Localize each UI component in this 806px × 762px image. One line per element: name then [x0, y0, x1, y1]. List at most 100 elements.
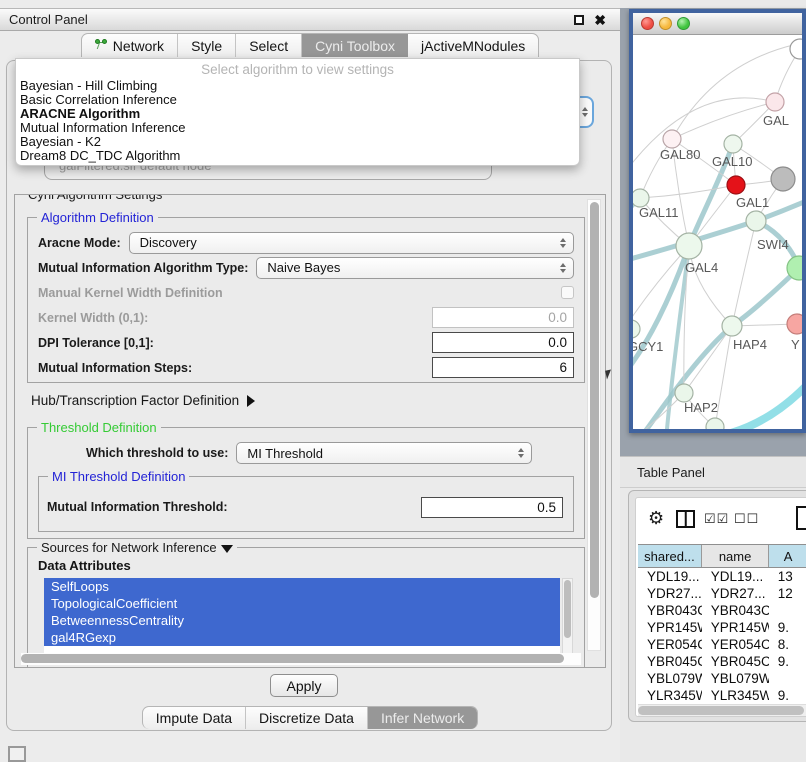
- which-threshold-combo[interactable]: MI Threshold: [236, 442, 532, 464]
- tab-label: Impute Data: [156, 710, 232, 726]
- settings-vertical-scrollbar[interactable]: [587, 199, 601, 651]
- threshold-definition-group: Threshold Definition Which threshold to …: [27, 427, 585, 539]
- node-salmon[interactable]: [787, 314, 802, 334]
- node-label: GCY1: [633, 339, 663, 354]
- node-GAL10[interactable]: [724, 135, 742, 153]
- settings-horizontal-scrollbar[interactable]: [21, 653, 581, 665]
- chevron-updown-icon: [582, 107, 588, 117]
- algorithm-option[interactable]: Bayesian - K2: [16, 135, 579, 149]
- node-table: shared...nameA YDL19...YDL19...13YDR27..…: [638, 544, 806, 717]
- tab-infer-network[interactable]: Infer Network: [368, 707, 477, 729]
- tab-label: Cyni Toolbox: [315, 38, 395, 54]
- algorithm-option[interactable]: Dream8 DC_TDC Algorithm: [16, 149, 579, 163]
- node-label: GAL10: [712, 154, 752, 169]
- node-label: GAL80: [660, 147, 700, 162]
- kernel-width-label: Kernel Width (0,1):: [38, 311, 148, 325]
- tab-style[interactable]: Style: [178, 34, 236, 57]
- mi-algorithm-type-combo[interactable]: Naive Bayes: [256, 257, 574, 279]
- node-label: Y: [791, 337, 800, 352]
- node-partial-top[interactable]: [790, 39, 802, 59]
- mi-threshold-input[interactable]: [421, 497, 563, 518]
- aracne-mode-combo[interactable]: Discovery: [129, 232, 574, 254]
- data-attributes-list: SelfLoopsTopologicalCoefficientBetweenne…: [44, 578, 560, 662]
- kernel-width-input[interactable]: [432, 307, 574, 328]
- which-threshold-label: Which threshold to use:: [86, 446, 228, 460]
- tab-label: Infer Network: [381, 710, 464, 726]
- chevron-updown-icon: [518, 448, 524, 458]
- mi-threshold-definition-group: MI Threshold Definition Mutual Informati…: [38, 476, 574, 532]
- tab-impute-data[interactable]: Impute Data: [143, 707, 246, 729]
- attribute-list-item[interactable]: TopologicalCoefficient: [44, 595, 560, 612]
- settings-gear-icon[interactable]: ⚙: [648, 508, 664, 529]
- tab-cyni-toolbox[interactable]: Cyni Toolbox: [302, 34, 408, 57]
- node-SWI4[interactable]: [746, 211, 766, 231]
- minimize-button[interactable]: [659, 17, 672, 30]
- column-header[interactable]: name: [702, 545, 769, 567]
- mi-steps-input[interactable]: [432, 357, 574, 378]
- node-gray[interactable]: [771, 167, 795, 191]
- attribute-list-item[interactable]: SelfLoops: [44, 578, 560, 595]
- algorithm-option[interactable]: ARACNE Algorithm: [16, 107, 579, 121]
- node-pink-upper[interactable]: [766, 93, 784, 111]
- table-cell: YBL079W: [638, 670, 702, 687]
- table-row[interactable]: YDL19...YDL19...13: [638, 568, 806, 585]
- algorithm-dropdown-placeholder: Select algorithm to view settings: [16, 59, 579, 79]
- table-row[interactable]: YBR045CYBR045C9.: [638, 653, 806, 670]
- apply-button-label: Apply: [286, 678, 321, 694]
- threshold-definition-title: Threshold Definition: [37, 420, 161, 435]
- node-GCY1[interactable]: [633, 320, 640, 338]
- node-label: SWI4: [757, 237, 789, 252]
- attribute-list-item[interactable]: BetweennessCentrality: [44, 612, 560, 629]
- table-row[interactable]: YPR145WYPR145W9.: [638, 619, 806, 636]
- algorithm-option[interactable]: Mutual Information Inference: [16, 121, 579, 135]
- algorithm-option[interactable]: Basic Correlation Inference: [16, 93, 579, 107]
- table-cell: YLR345W: [638, 687, 702, 704]
- node-HAP4[interactable]: [722, 316, 742, 336]
- manual-kernel-checkbox[interactable]: [561, 286, 574, 299]
- tab-network[interactable]: Network: [82, 34, 178, 57]
- algorithm-option[interactable]: Bayesian - Hill Climbing: [16, 79, 579, 93]
- table-cell: YLR345W: [702, 687, 769, 704]
- attribute-list-item[interactable]: gal4RGexp: [44, 629, 560, 646]
- node-GAL1-red[interactable]: [727, 176, 745, 194]
- node-GAL80[interactable]: [663, 130, 681, 148]
- table-row[interactable]: YBL079WYBL079W: [638, 670, 806, 687]
- tab-discretize-data[interactable]: Discretize Data: [246, 707, 368, 729]
- zoom-button[interactable]: [677, 17, 690, 30]
- float-window-icon[interactable]: [574, 15, 584, 25]
- new-table-icon[interactable]: [796, 506, 806, 530]
- attributes-scrollbar[interactable]: [562, 578, 573, 662]
- sources-group-title[interactable]: Sources for Network Inference: [37, 540, 237, 555]
- table-row[interactable]: YDR27...YDR27...12: [638, 585, 806, 602]
- column-layout-icon[interactable]: [676, 510, 695, 528]
- tab-select[interactable]: Select: [236, 34, 302, 57]
- table-row[interactable]: YLR345WYLR345W9.: [638, 687, 806, 704]
- network-canvas[interactable]: GALGAL80GAL10GAL1GAL11SWI4GAL4GCY1HAP4YH…: [633, 35, 802, 429]
- dpi-tolerance-input[interactable]: [432, 332, 574, 353]
- column-header[interactable]: A: [769, 545, 806, 567]
- close-icon[interactable]: ✖: [594, 12, 606, 29]
- table-cell: YBR045C: [638, 653, 702, 670]
- table-body: YDL19...YDL19...13YDR27...YDR27...12YBR0…: [638, 568, 806, 717]
- table-panel-title: Table Panel: [637, 465, 705, 480]
- close-button[interactable]: [641, 17, 654, 30]
- network-window-titlebar: [633, 13, 802, 35]
- deselect-checks-icon[interactable]: ☐☐: [734, 511, 759, 527]
- tab-jactivemnodules[interactable]: jActiveMNodules: [408, 34, 538, 57]
- algorithm-definition-title: Algorithm Definition: [37, 210, 158, 225]
- node-GAL4[interactable]: [676, 233, 702, 259]
- hub-factor-definition-toggle[interactable]: Hub/Transcription Factor Definition: [31, 393, 255, 408]
- mi-algorithm-type-value: Naive Bayes: [267, 260, 340, 275]
- table-cell: [769, 670, 806, 687]
- select-all-checks-icon[interactable]: ☑☑: [704, 511, 729, 527]
- mi-steps-label: Mutual Information Steps:: [38, 361, 192, 375]
- apply-button[interactable]: Apply: [270, 674, 338, 697]
- node-bottom-partial[interactable]: [706, 418, 724, 429]
- minimized-panel-icon[interactable]: [8, 746, 26, 762]
- table-row[interactable]: YER054CYER054C8.: [638, 636, 806, 653]
- node-label: GAL: [763, 113, 789, 128]
- node-label: GAL11: [639, 205, 679, 220]
- table-row[interactable]: YBR043CYBR043C: [638, 602, 806, 619]
- column-header[interactable]: shared...: [638, 545, 702, 567]
- table-horizontal-scrollbar[interactable]: [638, 704, 806, 716]
